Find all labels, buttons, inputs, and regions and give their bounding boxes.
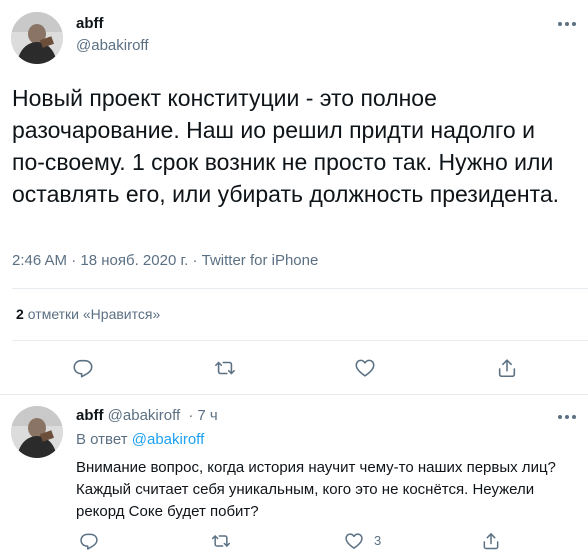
like-icon xyxy=(345,533,363,549)
divider xyxy=(0,394,588,395)
author-handle[interactable]: @abakiroff xyxy=(76,37,149,54)
tweet-text: Новый проект конституции - это полное ра… xyxy=(12,85,560,207)
likes-label: отметки «Нравится» xyxy=(27,306,161,322)
like-button[interactable] xyxy=(352,355,378,381)
reply-to-handle-link[interactable]: @abakiroff xyxy=(132,431,205,448)
likes-count: 2 xyxy=(16,306,24,322)
tweet-source[interactable]: Twitter for iPhone xyxy=(202,252,319,269)
reply-button[interactable] xyxy=(70,355,96,381)
meta-separator: · xyxy=(71,252,77,269)
divider xyxy=(12,288,588,289)
reply-dot: · xyxy=(188,407,194,424)
reply-header: abff @abakiroff · 7 ч xyxy=(76,407,218,424)
like-icon xyxy=(355,359,375,377)
divider xyxy=(12,340,588,341)
reply-share-button[interactable] xyxy=(478,528,504,554)
avatar[interactable] xyxy=(11,12,63,64)
share-button[interactable] xyxy=(494,355,520,381)
reply-reply-button[interactable] xyxy=(76,528,102,554)
more-options-button[interactable] xyxy=(553,14,581,34)
more-dots-icon xyxy=(558,415,576,419)
meta-separator: · xyxy=(192,252,198,269)
reply-author-display-name[interactable]: abff xyxy=(76,407,104,424)
retweet-icon xyxy=(215,361,235,375)
reply-more-options-button[interactable] xyxy=(553,407,581,427)
avatar[interactable] xyxy=(11,406,63,458)
reply-time[interactable]: 7 ч xyxy=(197,407,217,424)
reply-icon xyxy=(73,359,93,378)
tweet-meta: 2:46 AM · 18 нояб. 2020 г. · Twitter for… xyxy=(12,252,318,269)
tweet-time[interactable]: 2:46 AM xyxy=(12,252,67,269)
share-icon xyxy=(498,359,516,378)
reply-to-label: В ответ xyxy=(76,431,128,448)
reply-like-count: 3 xyxy=(374,533,382,548)
reply-text: Внимание вопрос, когда история научит че… xyxy=(76,459,556,520)
user-avatar-image xyxy=(11,406,63,458)
retweet-button[interactable] xyxy=(212,355,238,381)
reply-retweet-button[interactable] xyxy=(208,528,234,554)
reply-icon xyxy=(80,533,98,550)
user-avatar-image xyxy=(11,12,63,64)
author-display-name[interactable]: abff xyxy=(76,15,104,32)
likes-count-link[interactable]: 2 отметки «Нравится» xyxy=(16,306,160,322)
reply-author-handle[interactable]: @abakiroff xyxy=(108,407,181,424)
retweet-icon xyxy=(211,535,231,547)
tweet-date[interactable]: 18 нояб. 2020 г. xyxy=(80,252,188,269)
more-dots-icon xyxy=(558,22,576,26)
reply-to-line: В ответ @abakiroff xyxy=(76,431,204,448)
share-icon xyxy=(483,533,499,550)
reply-like-button[interactable] xyxy=(341,528,367,554)
